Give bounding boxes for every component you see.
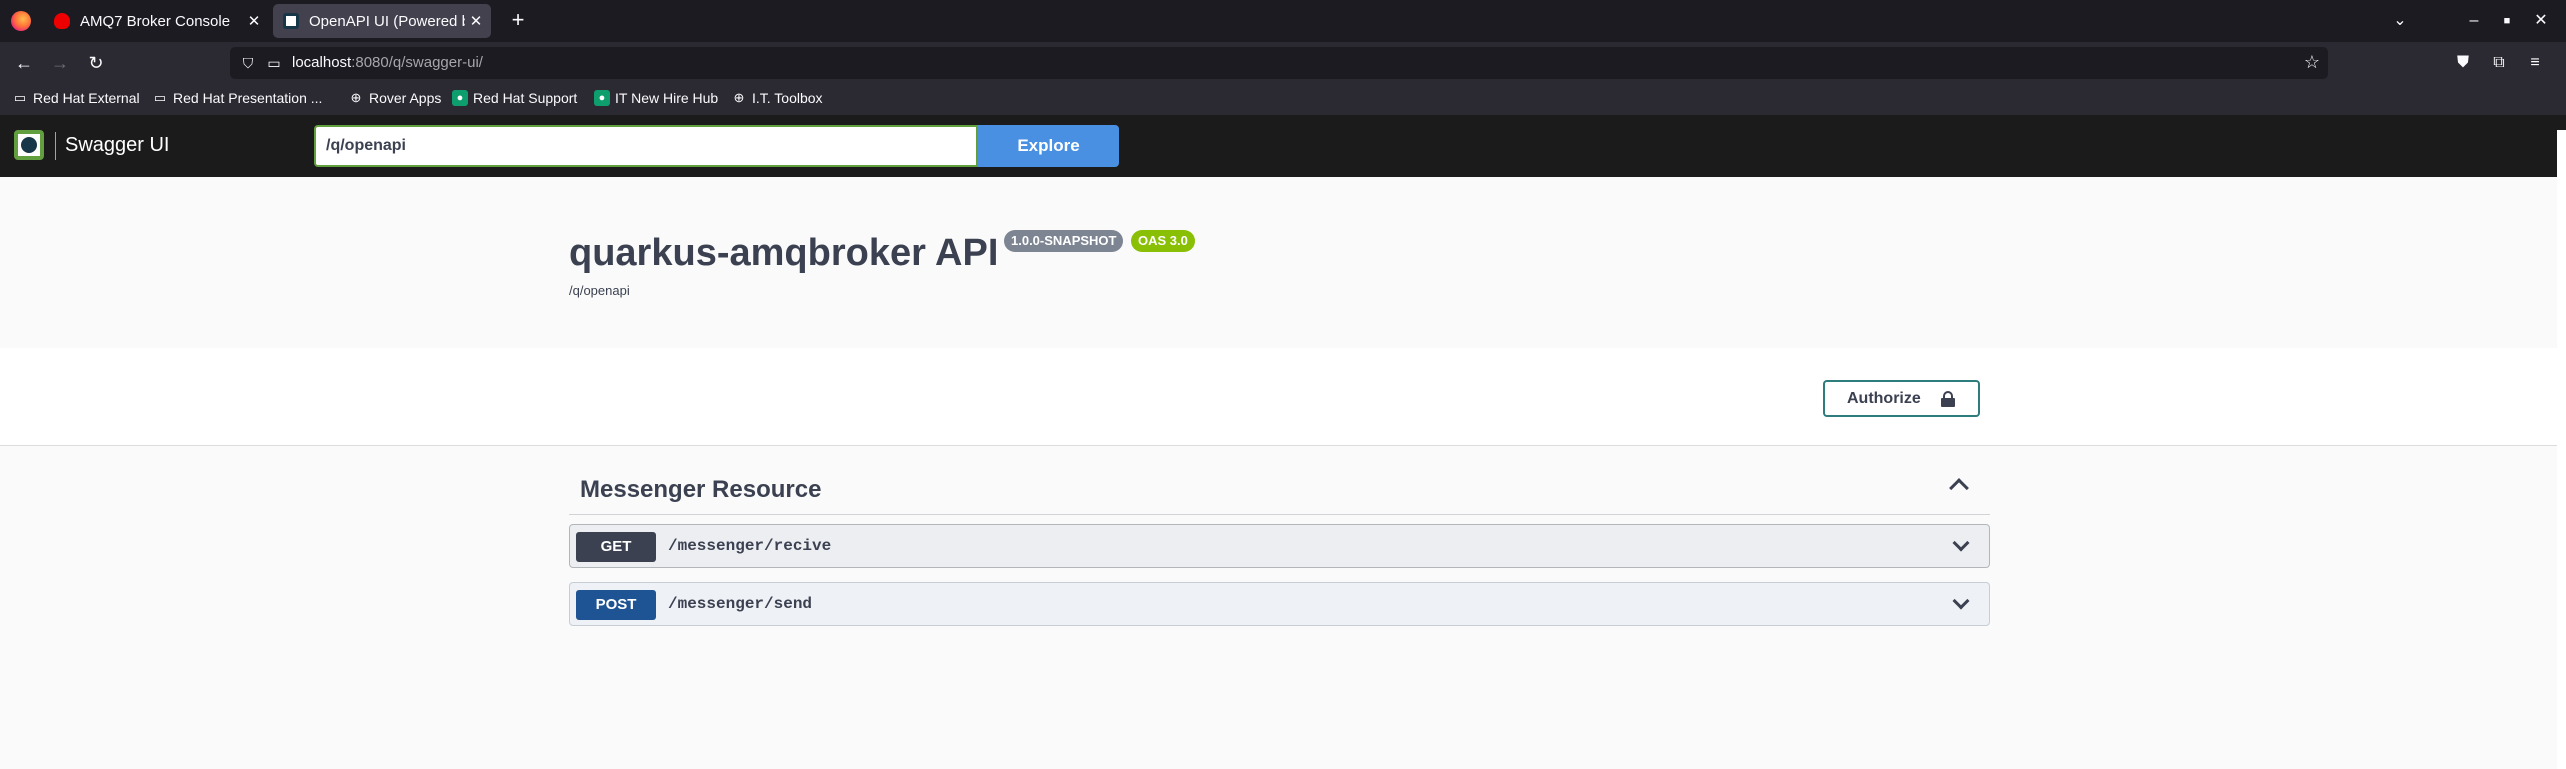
- chevron-down-icon[interactable]: [1952, 592, 1970, 610]
- redhat-icon: ●: [594, 90, 610, 106]
- forward-icon[interactable]: →: [47, 50, 73, 76]
- tag-messenger-resource[interactable]: Messenger Resource: [569, 471, 1990, 515]
- redhat-icon: ●: [452, 90, 468, 106]
- bookmark-red-hat-presentation[interactable]: ▭ Red Hat Presentation ...: [152, 90, 323, 106]
- authorize-label: Authorize: [1847, 390, 1921, 407]
- bookmarks-toolbar: ▭ Red Hat External ▭ Red Hat Presentation …: [0, 84, 2566, 115]
- pocket-icon[interactable]: ⛊: [2450, 50, 2476, 76]
- method-badge: POST: [576, 590, 656, 620]
- browser-toolbar: ← → ↻ ⛉ ▭ localhost:8080/q/swagger-ui/ ☆…: [0, 42, 2566, 84]
- url-text[interactable]: localhost:8080/q/swagger-ui/: [292, 54, 483, 71]
- spec-url-input[interactable]: [314, 125, 978, 167]
- lock-icon: [1941, 391, 1955, 407]
- address-bar[interactable]: ⛉ ▭ localhost:8080/q/swagger-ui/ ☆: [230, 47, 2328, 79]
- tag-title: Messenger Resource: [580, 476, 822, 503]
- tab-openapi-ui[interactable]: OpenAPI UI (Powered by S ✕: [273, 4, 491, 38]
- menu-icon[interactable]: ≡: [2522, 50, 2548, 76]
- chevron-down-icon[interactable]: ⌄: [2385, 8, 2415, 34]
- operation-path: /messenger/recive: [668, 537, 832, 555]
- maximize-icon[interactable]: ■: [2492, 8, 2522, 34]
- url-host: localhost: [292, 54, 352, 71]
- close-icon[interactable]: ✕: [243, 12, 265, 30]
- oas-badge: OAS 3.0: [1131, 230, 1195, 252]
- extensions-icon[interactable]: ⧉: [2486, 50, 2512, 76]
- chevron-down-icon[interactable]: [1952, 534, 1970, 552]
- bookmark-red-hat-external[interactable]: ▭ Red Hat External: [12, 90, 140, 106]
- redhat-icon: [54, 13, 70, 29]
- scrollbar-track[interactable]: [2557, 130, 2566, 769]
- tab-amq7-broker-console[interactable]: AMQ7 Broker Console ✕: [44, 4, 269, 38]
- chevron-up-icon[interactable]: [1949, 478, 1969, 498]
- globe-icon: ⊕: [350, 90, 362, 105]
- minimize-icon[interactable]: –: [2459, 8, 2489, 34]
- close-window-icon[interactable]: ✕: [2526, 8, 2556, 34]
- firefox-logo-icon[interactable]: [11, 11, 31, 31]
- bookmark-label: I.T. Toolbox: [752, 90, 823, 106]
- tab-title: AMQ7 Broker Console: [80, 12, 231, 30]
- api-title: quarkus-amqbroker API: [569, 232, 999, 274]
- tab-title: OpenAPI UI (Powered by S: [309, 12, 465, 30]
- operation-post-messenger-send[interactable]: POST /messenger/send: [569, 582, 1990, 626]
- explore-button[interactable]: Explore: [978, 125, 1119, 167]
- bookmark-label: Rover Apps: [369, 90, 442, 106]
- bookmark-rover-apps[interactable]: ⊕ Rover Apps: [348, 90, 442, 106]
- scheme-container: Authorize: [0, 348, 2566, 446]
- bookmark-star-icon[interactable]: ☆: [2304, 52, 2320, 73]
- method-badge: GET: [576, 532, 656, 562]
- reload-icon[interactable]: ↻: [83, 50, 109, 76]
- close-icon[interactable]: ✕: [465, 12, 487, 30]
- bookmark-label: Red Hat External: [33, 90, 140, 106]
- bookmark-it-toolbox[interactable]: ⊕ I.T. Toolbox: [731, 90, 823, 106]
- spec-link[interactable]: /q/openapi: [569, 283, 630, 298]
- operation-get-messenger-recive[interactable]: GET /messenger/recive: [569, 524, 1990, 568]
- bookmark-label: Red Hat Presentation ...: [173, 90, 323, 106]
- operation-path: /messenger/send: [668, 595, 813, 613]
- url-path: :8080/q/swagger-ui/: [351, 54, 483, 71]
- swagger-icon: [283, 13, 299, 29]
- back-icon[interactable]: ←: [11, 50, 37, 76]
- folder-icon: ▭: [153, 90, 167, 105]
- swagger-logo-icon[interactable]: [14, 130, 44, 160]
- version-badge: 1.0.0-SNAPSHOT: [1004, 230, 1124, 252]
- shield-icon[interactable]: ⛉: [238, 53, 258, 73]
- bookmark-it-new-hire-hub[interactable]: ● IT New Hire Hub: [594, 90, 718, 106]
- folder-icon: ▭: [13, 90, 27, 105]
- authorize-button[interactable]: Authorize: [1823, 380, 1980, 417]
- brand-divider: [55, 132, 56, 160]
- globe-icon: ⊕: [733, 90, 745, 105]
- plus-icon[interactable]: +: [505, 8, 531, 34]
- bookmark-label: Red Hat Support: [473, 90, 578, 106]
- swagger-brand[interactable]: Swagger UI: [65, 134, 170, 157]
- bookmark-red-hat-support[interactable]: ● Red Hat Support: [452, 90, 577, 106]
- page-info-icon[interactable]: ▭: [264, 53, 284, 73]
- bookmark-label: IT New Hire Hub: [615, 90, 719, 106]
- swagger-topbar: Swagger UI Explore: [0, 115, 2566, 177]
- api-info: quarkus-amqbroker API 1.0.0-SNAPSHOT OAS…: [0, 177, 2566, 348]
- browser-tab-bar: AMQ7 Broker Console ✕ OpenAPI UI (Powere…: [0, 0, 2566, 42]
- operations-section: Messenger Resource GET /messenger/recive…: [0, 446, 2566, 769]
